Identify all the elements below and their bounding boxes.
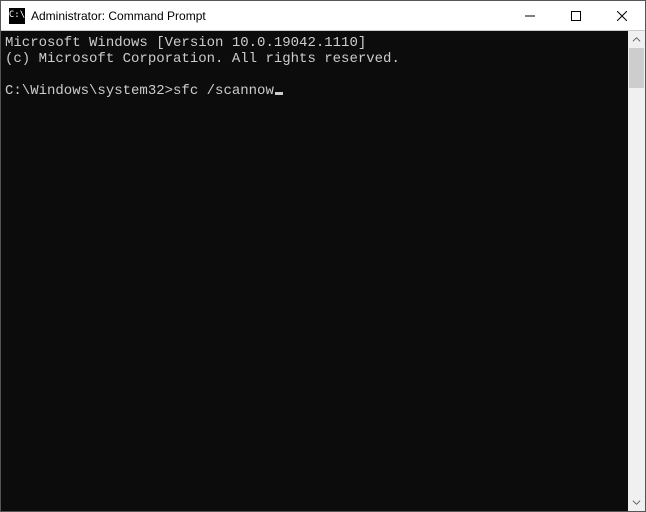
maximize-button[interactable] <box>553 1 599 31</box>
cmd-icon-text: C:\ <box>9 11 25 20</box>
command-text: sfc /scannow <box>173 83 274 99</box>
client-area: Microsoft Windows [Version 10.0.19042.11… <box>1 31 645 511</box>
prompt-text: C:\Windows\system32> <box>5 83 173 99</box>
scroll-up-button[interactable] <box>628 31 645 48</box>
minimize-button[interactable] <box>507 1 553 31</box>
copyright-line: (c) Microsoft Corporation. All rights re… <box>5 51 400 67</box>
close-button[interactable] <box>599 1 645 31</box>
text-cursor <box>275 92 283 95</box>
version-line: Microsoft Windows [Version 10.0.19042.11… <box>5 35 366 51</box>
scroll-down-button[interactable] <box>628 494 645 511</box>
scroll-thumb[interactable] <box>629 48 644 88</box>
titlebar[interactable]: C:\ Administrator: Command Prompt <box>1 1 645 31</box>
cmd-icon: C:\ <box>9 8 25 24</box>
window-title: Administrator: Command Prompt <box>31 9 507 23</box>
vertical-scrollbar[interactable] <box>628 31 645 511</box>
console-output[interactable]: Microsoft Windows [Version 10.0.19042.11… <box>1 31 628 511</box>
